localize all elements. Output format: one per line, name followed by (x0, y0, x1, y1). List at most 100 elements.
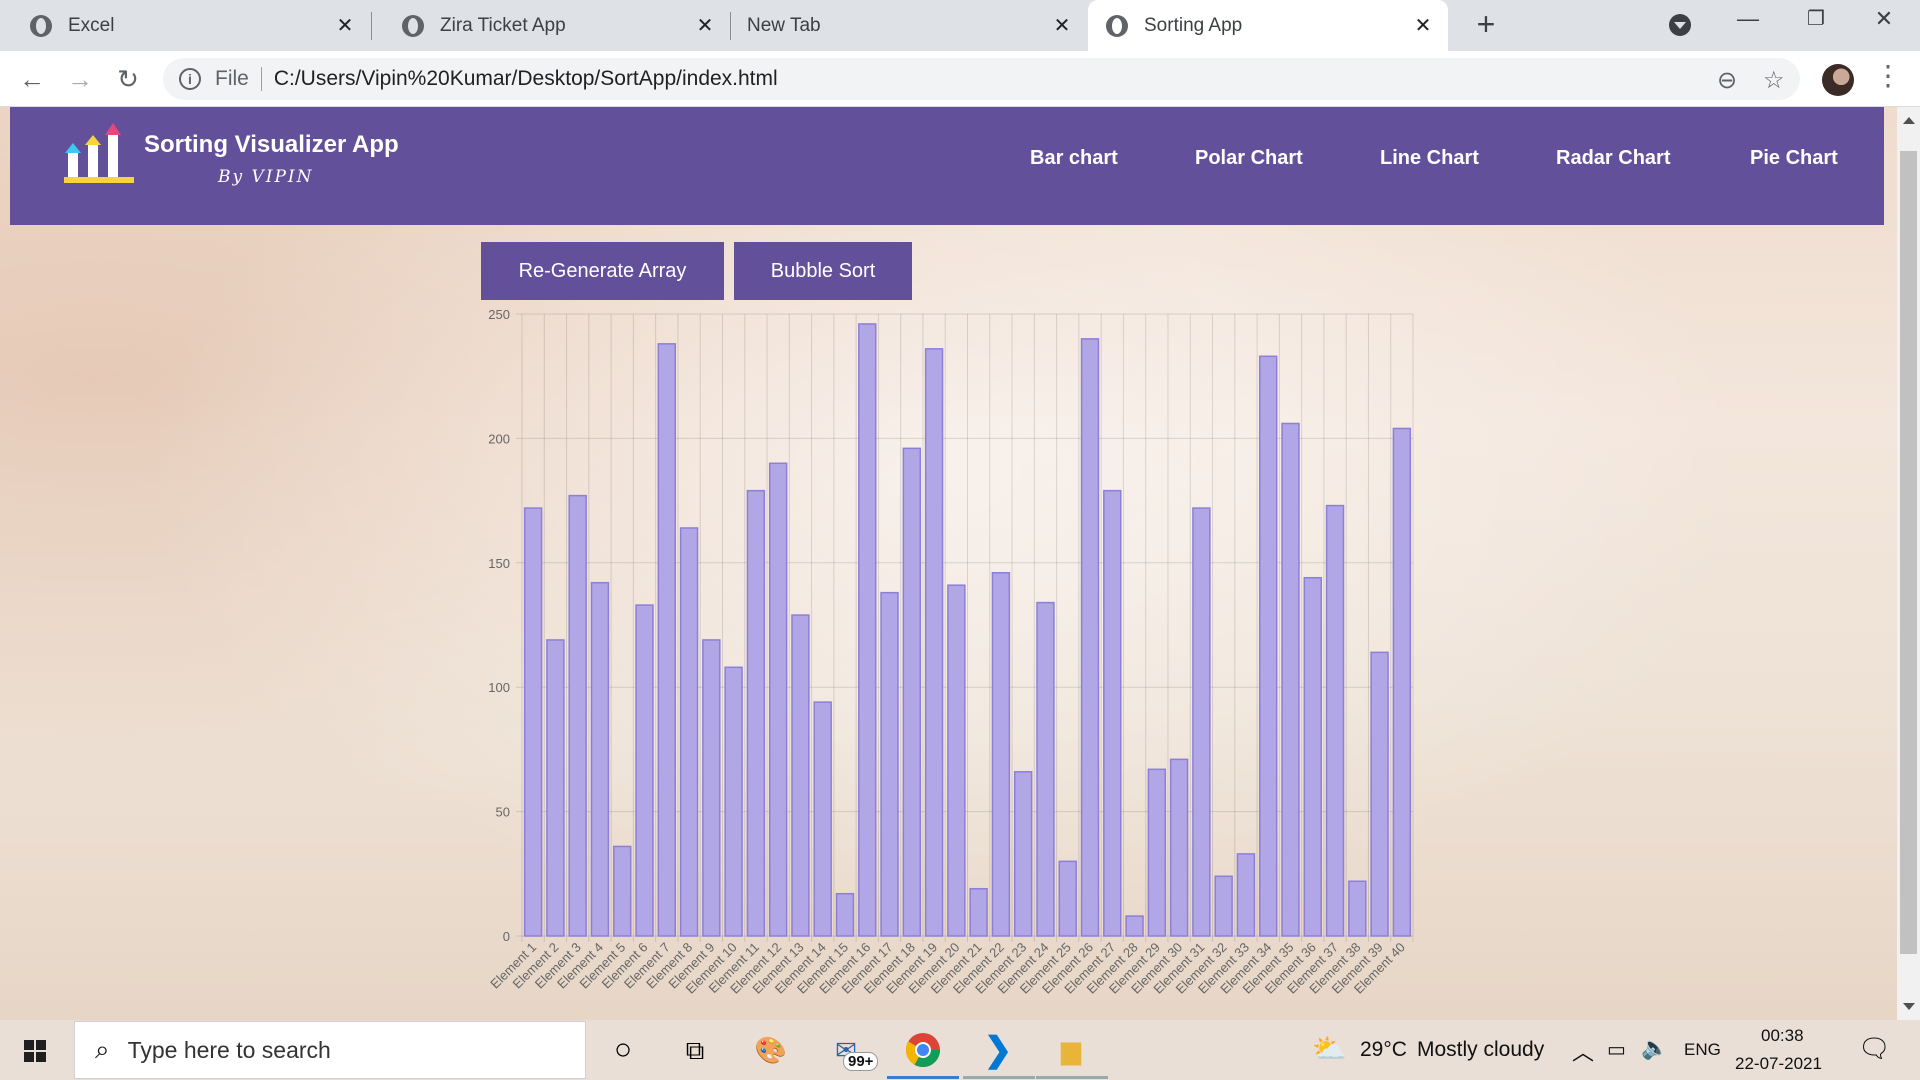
zoom-icon[interactable]: ⊖ (1717, 66, 1737, 95)
notifications-icon[interactable]: 🗨 (1858, 1033, 1891, 1064)
bar-9[interactable] (702, 639, 721, 937)
bar-22[interactable] (991, 572, 1011, 937)
address-bar[interactable]: i File C:/Users/Vipin%20Kumar/Desktop/So… (163, 58, 1800, 100)
browser-tab-excel[interactable]: Excel ✕ (0, 0, 370, 51)
minimize-icon[interactable]: — (1728, 6, 1768, 32)
bar-6[interactable] (635, 604, 654, 937)
bar-18[interactable] (902, 447, 922, 937)
bar-12[interactable] (768, 462, 788, 937)
forward-arrow-icon[interactable]: → (62, 61, 98, 97)
info-icon[interactable]: i (179, 68, 201, 90)
tab-title: Sorting App (1144, 14, 1243, 36)
bar-15[interactable] (835, 892, 855, 937)
task-view-icon[interactable]: ⧉ (675, 1030, 715, 1070)
bar-11[interactable] (746, 489, 766, 937)
paint-palette-icon[interactable]: 🎨 (751, 1030, 791, 1070)
windows-start-icon[interactable] (24, 1040, 46, 1062)
y-tick-label: 0 (503, 929, 510, 944)
vscode-running-indicator (963, 1076, 1035, 1079)
bar-4[interactable] (590, 581, 610, 937)
close-tab-icon[interactable]: ✕ (694, 13, 716, 38)
clock-time[interactable]: 00:38 (1761, 1026, 1804, 1046)
close-tab-icon[interactable]: ✕ (1051, 13, 1073, 38)
close-window-icon[interactable]: ✕ (1864, 6, 1904, 32)
bar-2[interactable] (546, 639, 565, 937)
bar-1[interactable] (523, 507, 543, 937)
clock-date[interactable]: 22-07-2021 (1735, 1054, 1822, 1074)
y-axis-ticks: 0 50 100 150 200 250 (488, 307, 510, 944)
browser-toolbar: ← → ↻ i File C:/Users/Vipin%20Kumar/Desk… (0, 51, 1920, 107)
bar-25[interactable] (1058, 860, 1077, 937)
bar-39[interactable] (1370, 651, 1389, 937)
bar-23[interactable] (1013, 771, 1033, 937)
windows-taskbar: ⌕ Type here to search ○ ⧉ 🎨 ✉ 99+ ❯ ▆ ⛅ … (0, 1020, 1920, 1080)
bar-36[interactable] (1303, 576, 1322, 937)
scrollbar-thumb[interactable] (1900, 151, 1917, 954)
close-tab-icon[interactable]: ✕ (1412, 13, 1434, 38)
bar-13[interactable] (791, 614, 810, 937)
y-tick-label: 200 (488, 431, 510, 446)
y-tick-label: 100 (488, 680, 510, 695)
bar-27[interactable] (1103, 489, 1122, 937)
bar-38[interactable] (1348, 880, 1367, 937)
bar-7[interactable] (657, 343, 677, 937)
bar-35[interactable] (1281, 422, 1300, 937)
weather-description[interactable]: Mostly cloudy (1417, 1038, 1544, 1062)
bookmark-star-icon[interactable]: ☆ (1763, 66, 1785, 95)
bar-21[interactable] (969, 887, 988, 937)
speaker-icon[interactable]: 🔈 (1641, 1035, 1668, 1061)
restore-window-icon[interactable]: ❐ (1796, 6, 1836, 31)
language-indicator[interactable]: ENG (1684, 1040, 1721, 1060)
page-viewport: Sorting Visualizer App By VIPIN Bar char… (0, 107, 1897, 1020)
scroll-down-arrow-icon[interactable] (1903, 1003, 1915, 1010)
bar-32[interactable] (1214, 875, 1233, 937)
taskbar-search-box[interactable]: ⌕ Type here to search (74, 1021, 586, 1079)
bar-29[interactable] (1147, 768, 1167, 937)
profile-avatar[interactable] (1822, 64, 1854, 96)
bar-10[interactable] (724, 666, 743, 937)
chrome-icon[interactable] (903, 1030, 943, 1070)
browser-tab-new[interactable]: New Tab ✕ (731, 0, 1087, 51)
vertical-scrollbar[interactable] (1897, 107, 1920, 1020)
cortana-circle-icon[interactable]: ○ (603, 1030, 643, 1070)
bar-3[interactable] (568, 494, 587, 937)
bar-14[interactable] (813, 701, 832, 937)
browser-tab-sorting-app[interactable]: Sorting App ✕ (1088, 0, 1448, 51)
scroll-up-arrow-icon[interactable] (1903, 117, 1915, 124)
bar-34[interactable] (1258, 355, 1278, 937)
chevron-up-icon[interactable]: ︿ (1572, 1035, 1594, 1067)
weather-temperature[interactable]: 29°C (1360, 1038, 1407, 1062)
browser-tab-zira[interactable]: Zira Ticket App ✕ (372, 0, 730, 51)
bar-5[interactable] (613, 845, 632, 937)
y-tick-label: 150 (488, 556, 510, 571)
bar-19[interactable] (924, 348, 944, 937)
tab-search-dropdown-icon[interactable] (1669, 14, 1691, 36)
weather-cloud-icon[interactable]: ⛅ (1312, 1032, 1347, 1065)
browser-menu-icon[interactable]: ⋮ (1874, 59, 1902, 92)
chrome-running-indicator (887, 1076, 959, 1079)
bar-40[interactable] (1392, 427, 1412, 937)
battery-icon[interactable]: ▭ (1607, 1037, 1626, 1062)
reload-icon[interactable]: ↻ (110, 61, 146, 97)
bar-26[interactable] (1080, 338, 1100, 937)
bar-24[interactable] (1036, 601, 1055, 937)
bar-8[interactable] (679, 527, 699, 937)
address-url[interactable]: C:/Users/Vipin%20Kumar/Desktop/SortApp/i… (274, 67, 778, 91)
vscode-icon[interactable]: ❯ (978, 1030, 1018, 1070)
bar-30[interactable] (1169, 758, 1189, 937)
bar-31[interactable] (1192, 507, 1211, 937)
globe-icon (402, 14, 424, 37)
bar-33[interactable] (1236, 853, 1256, 937)
back-arrow-icon[interactable]: ← (14, 61, 50, 97)
file-explorer-folder-icon[interactable]: ▆ (1051, 1030, 1091, 1070)
close-tab-icon[interactable]: ✕ (334, 13, 356, 38)
search-placeholder: Type here to search (127, 1036, 331, 1063)
bar-28[interactable] (1125, 915, 1144, 937)
x-axis-ticks: Element 1Element 2Element 3Element 4Elem… (487, 940, 1408, 997)
bar-20[interactable] (947, 584, 966, 937)
bar-17[interactable] (880, 591, 899, 937)
bar-16[interactable] (858, 323, 877, 937)
browser-tab-strip: Excel ✕ Zira Ticket App ✕ New Tab ✕ Sort… (0, 0, 1920, 51)
bar-37[interactable] (1325, 504, 1345, 937)
new-tab-plus-icon[interactable]: + (1466, 6, 1506, 43)
